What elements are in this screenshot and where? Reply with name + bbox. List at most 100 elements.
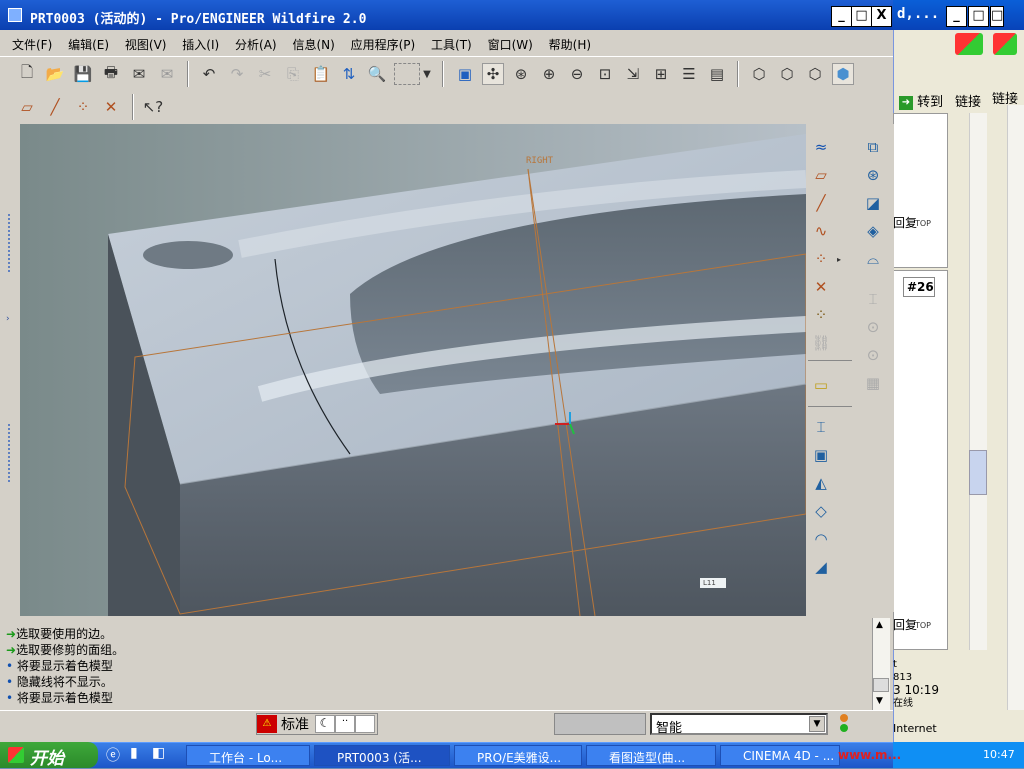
context-help-icon[interactable]: ↖? [142, 96, 164, 118]
reply-label-1[interactable]: 回复 [893, 214, 917, 231]
trim-tool-icon[interactable]: ⊙ [862, 344, 884, 366]
menu-tools[interactable]: 工具(T) [431, 36, 472, 53]
datum-plane-display-icon[interactable]: ▱ [16, 96, 38, 118]
task-item-proe-design[interactable]: PRO/E美雅设... [454, 745, 582, 766]
goto-button[interactable]: ➜ 转到 [895, 88, 947, 110]
datum-plane-tool-icon[interactable]: ▱ [810, 164, 832, 186]
datum-label-right[interactable]: RIGHT [526, 156, 553, 166]
menu-view[interactable]: 视图(V) [125, 36, 167, 53]
undo-icon[interactable]: ↶ [198, 63, 220, 85]
scroll-up-icon[interactable]: ▲ [876, 620, 883, 630]
sweep-icon[interactable]: ◭ [810, 472, 832, 494]
shell-tool-icon[interactable]: ⊛ [862, 164, 884, 186]
bg-scrollbar-2[interactable] [1007, 105, 1024, 710]
zoom-in-icon[interactable]: ⊕ [538, 63, 560, 85]
selection-box-icon[interactable] [394, 63, 420, 85]
blend-icon[interactable]: ◇ [810, 500, 832, 522]
menu-window[interactable]: 窗口(W) [488, 36, 533, 53]
close-button[interactable]: X [871, 6, 892, 27]
desktop-icon[interactable]: ◧ [152, 745, 170, 765]
media-icon[interactable]: ▮ [130, 745, 148, 765]
copy-icon[interactable]: ⎘ [282, 63, 304, 85]
bg-scrollbar[interactable] [969, 113, 987, 650]
layers-icon[interactable]: ☰ [678, 63, 700, 85]
merge-tool-icon[interactable]: ⊙ [862, 316, 884, 338]
refit-icon[interactable]: ⊡ [594, 63, 616, 85]
top-tag-1[interactable]: TOP [915, 219, 931, 228]
menu-help[interactable]: 帮助(H) [549, 36, 591, 53]
minimize-button[interactable]: _ [831, 6, 852, 27]
link-tool-icon[interactable]: ⛓ [810, 332, 832, 354]
cut-icon[interactable]: ✂ [254, 63, 276, 85]
scroll-thumb[interactable] [873, 678, 889, 692]
repaint-icon[interactable]: ▣ [454, 63, 476, 85]
scroll-down-icon[interactable]: ▼ [876, 696, 883, 706]
clock[interactable]: 10:47 [983, 748, 1015, 761]
menu-edit[interactable]: 编辑(E) [68, 36, 109, 53]
start-button[interactable]: 开始 [0, 742, 98, 769]
links-label[interactable]: 链接 [953, 88, 989, 110]
menu-applications[interactable]: 应用程序(P) [351, 36, 416, 53]
analysis-feature-icon[interactable]: ⁘ [810, 304, 832, 326]
task-item-shape-modeling[interactable]: 看图造型(曲... [586, 745, 716, 766]
coord-sys-display-icon[interactable]: ✕ [100, 96, 122, 118]
revolve-icon[interactable]: ▣ [810, 444, 832, 466]
note-tool-icon[interactable]: ▭ [810, 374, 832, 396]
bg-maximize-button[interactable]: □ [968, 6, 989, 27]
boundary-blend-icon[interactable]: ⌓ [862, 248, 884, 270]
bg-minimize-button[interactable]: _ [946, 6, 967, 27]
view-manager-icon[interactable]: ▤ [706, 63, 728, 85]
graphics-viewport[interactable]: RIGHT L11 [20, 124, 806, 616]
mirror-tool-icon[interactable]: ⌶ [862, 288, 884, 310]
draft-tool-icon[interactable]: ◈ [862, 220, 884, 242]
keyboard-icon[interactable] [355, 715, 375, 733]
open-folder-icon[interactable]: 📂 [44, 63, 66, 85]
bg-scrollbar-thumb[interactable] [969, 450, 987, 495]
zoom-out-icon[interactable]: ⊖ [566, 63, 588, 85]
moon-icon[interactable]: ☾ [315, 715, 335, 733]
paste-icon[interactable]: 📋 [310, 63, 332, 85]
top-tag-2[interactable]: TOP [915, 621, 931, 630]
filter-select[interactable]: 智能 ▼ [650, 713, 828, 736]
menu-insert[interactable]: 插入(I) [182, 36, 219, 53]
chevron-down-icon[interactable]: ▼ [420, 63, 434, 85]
hidden-line-icon[interactable]: ⬡ [776, 63, 798, 85]
sash-grip-2[interactable] [8, 424, 10, 484]
menu-info[interactable]: 信息(N) [292, 36, 334, 53]
task-item-workbench[interactable]: 工作台 - Lo... [186, 745, 310, 766]
round-icon[interactable]: ◠ [810, 528, 832, 550]
dots-icon[interactable]: ·· [335, 715, 355, 733]
send-mail-icon[interactable]: ✉ [128, 63, 150, 85]
ie-icon[interactable]: ⓔ [106, 745, 124, 765]
orient-mode-icon[interactable]: ⊛ [510, 63, 532, 85]
bg-restore-button[interactable]: □ [990, 6, 1004, 27]
no-hidden-icon[interactable]: ⬡ [804, 63, 826, 85]
coord-sys-tool-icon[interactable]: ✕ [810, 276, 832, 298]
message-scrollbar[interactable]: ▲ ▼ [872, 618, 890, 710]
datum-point-display-icon[interactable]: ⁘ [72, 96, 94, 118]
shading-icon[interactable]: ⬢ [832, 63, 854, 85]
expand-arrow-icon[interactable]: › [6, 314, 10, 324]
datum-axis-tool-icon[interactable]: ╱ [810, 192, 832, 214]
datum-point-tool-icon[interactable]: ⁘ [810, 248, 832, 270]
datum-axis-display-icon[interactable]: ╱ [44, 96, 66, 118]
sketch-tool-icon[interactable]: ≈ [810, 136, 832, 158]
reorient-icon[interactable]: ⇲ [622, 63, 644, 85]
menu-file[interactable]: 文件(F) [12, 36, 52, 53]
redo-icon[interactable]: ↷ [226, 63, 248, 85]
extrude-icon[interactable]: ⌶ [810, 416, 832, 438]
spin-center-icon[interactable]: ✣ [482, 63, 504, 85]
wireframe-icon[interactable]: ⬡ [748, 63, 770, 85]
hole-tool-icon[interactable]: ⧉ [862, 136, 884, 158]
menu-analysis[interactable]: 分析(A) [235, 36, 277, 53]
datum-curve-tool-icon[interactable]: ∿ [810, 220, 832, 242]
save-icon[interactable]: 💾 [72, 63, 94, 85]
sash-grip[interactable] [8, 214, 10, 274]
flyout-arrow-icon[interactable]: ▸ [834, 248, 844, 270]
chevron-down-icon[interactable]: ▼ [809, 716, 825, 732]
rib-tool-icon[interactable]: ◪ [862, 192, 884, 214]
maximize-button[interactable]: □ [851, 6, 872, 27]
reply-label-2[interactable]: 回复 [893, 616, 917, 633]
saved-views-icon[interactable]: ⊞ [650, 63, 672, 85]
standard-label[interactable]: 标准 [277, 714, 315, 734]
